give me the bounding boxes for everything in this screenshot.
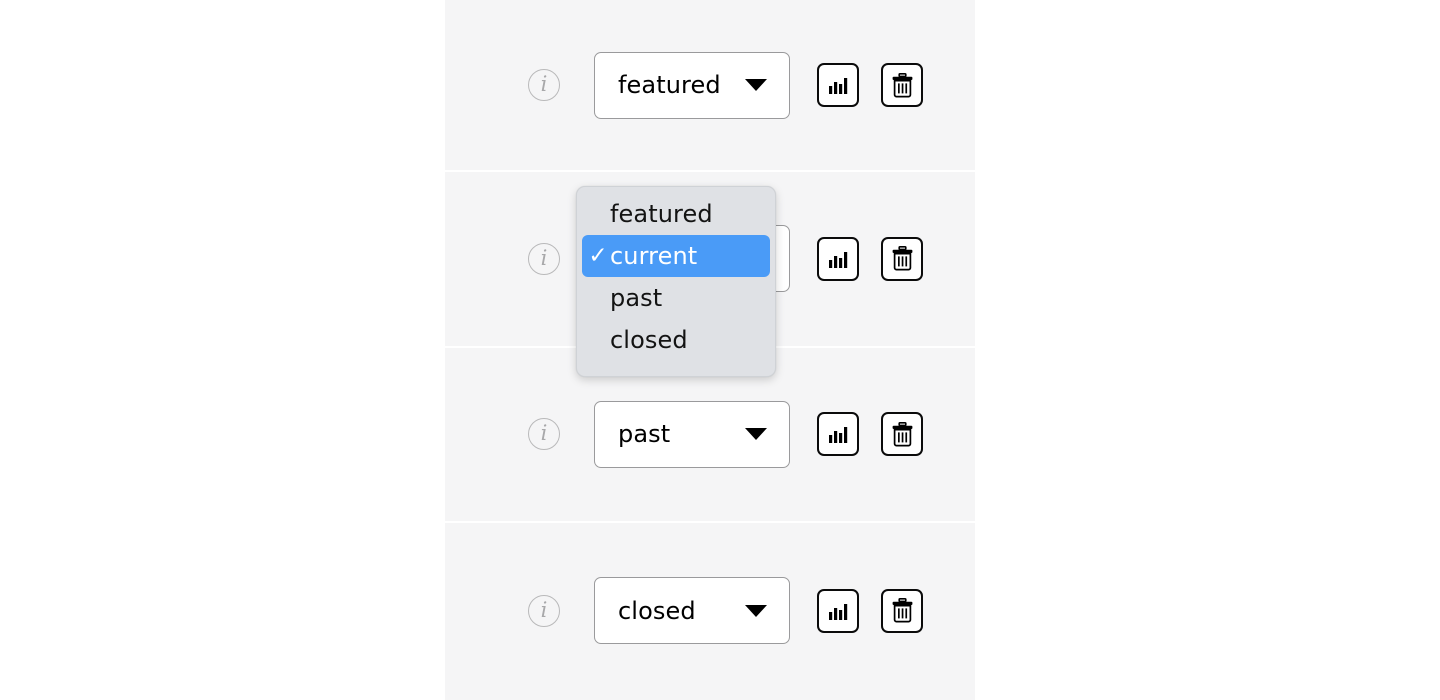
chart-button[interactable]	[817, 588, 859, 633]
chart-icon	[827, 600, 849, 622]
chevron-down-icon	[745, 428, 767, 441]
chart-button[interactable]	[817, 63, 859, 107]
chevron-down-icon	[745, 79, 767, 91]
status-select-value: featured	[618, 71, 721, 99]
menu-item-closed[interactable]: ✓ closed	[582, 319, 770, 361]
status-select[interactable]: past	[594, 400, 790, 468]
trash-icon	[891, 72, 914, 98]
row-controls: i featured	[445, 0, 975, 170]
delete-button[interactable]	[881, 588, 923, 633]
info-icon[interactable]: i	[528, 69, 560, 101]
info-icon-glyph: i	[540, 597, 548, 622]
info-icon[interactable]: i	[528, 418, 560, 451]
menu-item-past[interactable]: ✓ past	[582, 277, 770, 319]
delete-button[interactable]	[881, 412, 923, 457]
delete-button[interactable]	[881, 236, 923, 281]
menu-item-featured[interactable]: ✓ featured	[582, 193, 770, 235]
menu-item-label: featured	[610, 200, 713, 228]
trash-icon	[891, 421, 914, 447]
menu-item-current[interactable]: ✓ current	[582, 235, 770, 277]
info-icon-glyph: i	[540, 421, 548, 446]
status-select-value: closed	[618, 596, 696, 625]
chart-icon	[827, 248, 849, 270]
trash-icon	[891, 598, 914, 623]
row-controls: i closed	[445, 523, 975, 699]
info-icon[interactable]: i	[528, 594, 560, 627]
chevron-down-icon	[745, 604, 767, 617]
info-icon[interactable]: i	[528, 242, 560, 275]
chart-button[interactable]	[817, 236, 859, 281]
status-select-value: past	[618, 420, 671, 449]
status-dropdown-menu[interactable]: ✓ featured ✓ current ✓ past ✓ closed	[576, 186, 776, 377]
chart-button[interactable]	[817, 412, 859, 457]
chart-icon	[827, 74, 849, 96]
chart-icon	[827, 423, 849, 445]
trash-icon	[891, 246, 914, 271]
status-select[interactable]: featured	[594, 51, 790, 119]
menu-item-label: current	[610, 242, 698, 270]
info-icon-glyph: i	[540, 245, 548, 270]
table-row: i closed	[445, 523, 975, 699]
delete-button[interactable]	[881, 63, 923, 107]
status-select[interactable]: closed	[594, 577, 790, 645]
table-row: i featured	[445, 0, 975, 172]
menu-item-label: past	[610, 284, 663, 312]
info-icon-glyph: i	[540, 72, 548, 96]
check-icon: ✓	[588, 242, 608, 269]
menu-item-label: closed	[610, 326, 688, 354]
